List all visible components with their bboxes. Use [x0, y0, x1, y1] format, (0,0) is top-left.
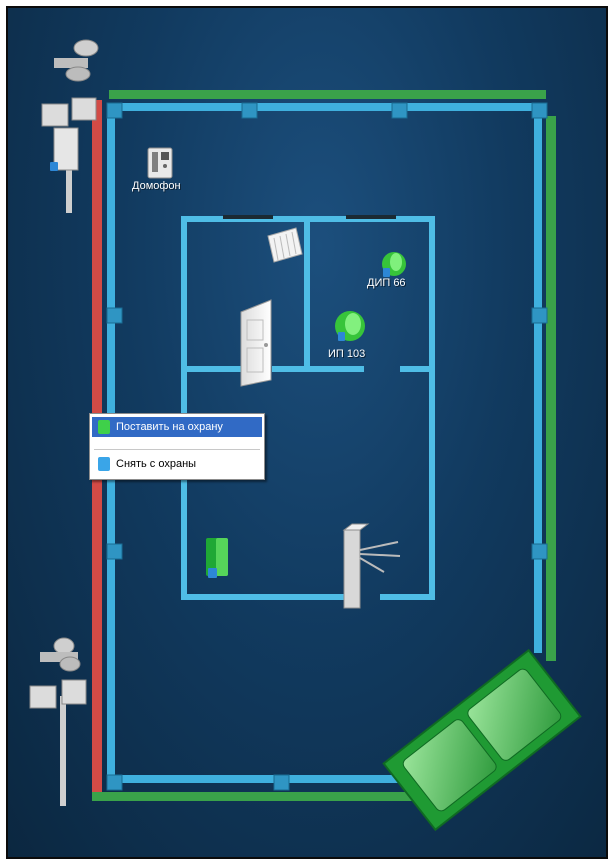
- arm-icon: [98, 420, 110, 434]
- ip-detector-label: ИП 103: [328, 348, 366, 360]
- dip-detector-label: ДИП 66: [367, 277, 406, 289]
- window: [223, 215, 273, 219]
- radiator-icon: [267, 227, 303, 263]
- disarm-icon: [98, 457, 110, 471]
- gate-icon[interactable]: [382, 648, 582, 832]
- door-icon[interactable]: [240, 299, 272, 387]
- green-fence-top: [109, 90, 546, 99]
- disarm-menu-item[interactable]: Снять с охраны: [92, 454, 262, 474]
- intercom-label: Домофон: [132, 180, 181, 192]
- camera-pole-icon[interactable]: [41, 39, 99, 213]
- arm-menu-item[interactable]: Поставить на охрану: [92, 417, 262, 437]
- window: [346, 215, 396, 219]
- arm-menu-label: Поставить на охрану: [116, 421, 223, 433]
- disarm-menu-label: Снять с охраны: [116, 458, 197, 470]
- camera-pole-icon[interactable]: [29, 637, 87, 806]
- heat-detector-icon[interactable]: [335, 311, 365, 341]
- intercom-icon[interactable]: [147, 147, 173, 179]
- green-fence-right: [546, 116, 556, 661]
- control-panel-icon[interactable]: [206, 538, 228, 578]
- green-fence-bottom: [92, 792, 412, 801]
- security-plan-view: Домофон ДИП 66 ИП 103 Поставить на охран…: [6, 6, 608, 859]
- context-menu: Поставить на охрану Снять с охраны: [89, 413, 265, 480]
- menu-separator: [94, 449, 260, 450]
- smoke-detector-icon[interactable]: [382, 252, 406, 277]
